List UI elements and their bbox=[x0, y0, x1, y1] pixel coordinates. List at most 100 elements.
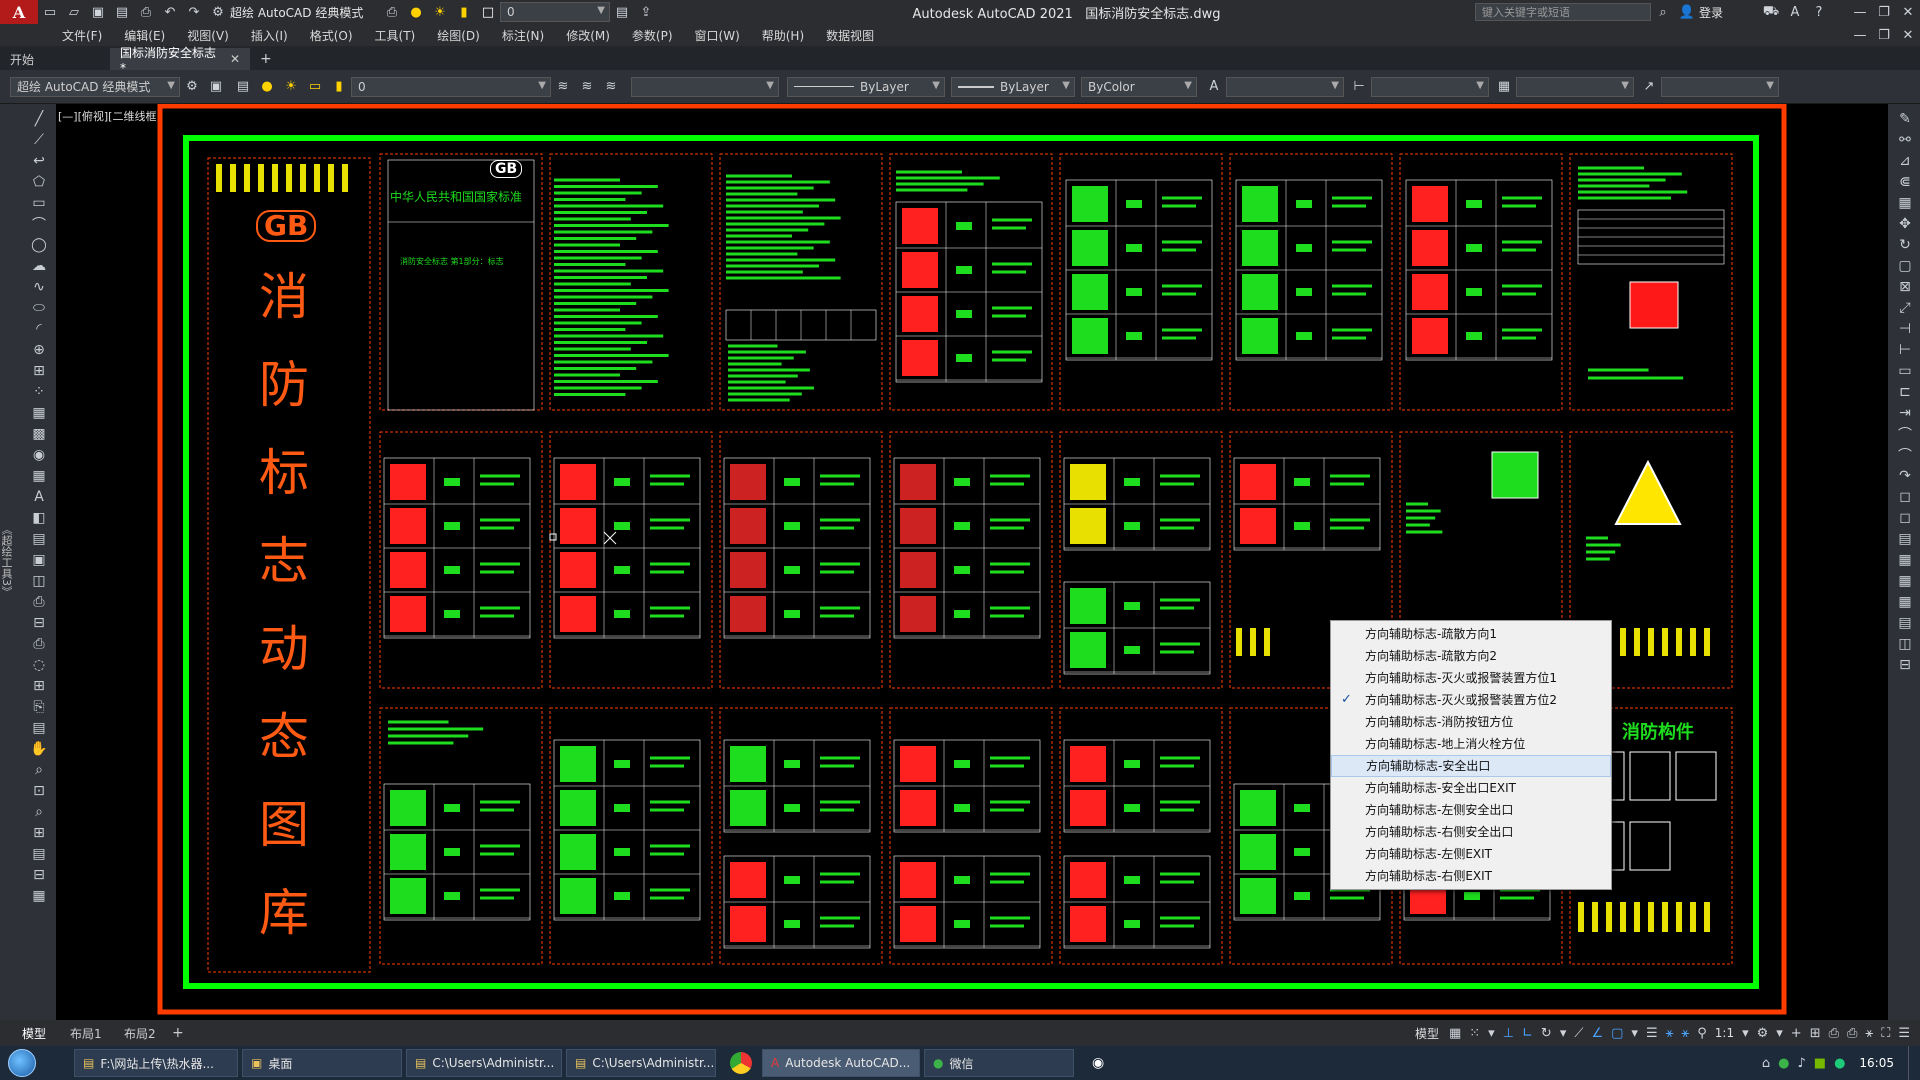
draw-tool-icon[interactable]: ☁ bbox=[28, 256, 50, 276]
table-style-icon[interactable]: ▦ bbox=[1495, 78, 1513, 96]
minimize-icon[interactable]: — bbox=[1851, 3, 1869, 21]
modify-tool-icon[interactable]: ✎ bbox=[1894, 109, 1916, 129]
redo-icon[interactable]: ↷ bbox=[185, 3, 203, 21]
draw-tool-icon[interactable]: ⊟ bbox=[28, 613, 50, 633]
annotation-scale-value[interactable]: 1:1 bbox=[1715, 1026, 1734, 1040]
plotstyle-combo[interactable]: ByColor ▼ bbox=[1081, 76, 1197, 97]
units-icon[interactable]: ⊞ bbox=[1810, 1026, 1821, 1041]
modify-tool-icon[interactable]: ⊠ bbox=[1894, 277, 1916, 297]
osnap-icon[interactable]: ▢ bbox=[1611, 1026, 1623, 1041]
workspace-lock-icon[interactable]: ▣ bbox=[207, 78, 225, 96]
quick-print-icon[interactable]: ⎙ bbox=[137, 3, 155, 21]
context-menu-item[interactable]: 方向辅助标志-左侧安全出口 bbox=[1331, 799, 1611, 821]
tab-close-icon[interactable]: ✕ bbox=[230, 52, 240, 66]
taskbar-button[interactable]: ▤ F:\网站上传\热水器... bbox=[74, 1049, 238, 1077]
layer-isolate-icon[interactable]: ≋ bbox=[602, 78, 620, 96]
modify-tool-icon[interactable]: ⊿ bbox=[1894, 151, 1916, 171]
chrome-taskbar-icon[interactable] bbox=[730, 1052, 752, 1074]
tray-wechat-icon[interactable]: ● bbox=[1778, 1056, 1789, 1071]
taskbar-button[interactable]: ▤ C:\Users\Administr... bbox=[566, 1049, 716, 1077]
grid-icon[interactable]: ▦ bbox=[1449, 1026, 1461, 1041]
menu-insert[interactable]: 插入(I) bbox=[251, 27, 288, 44]
context-menu-item[interactable]: 方向辅助标志-安全出口 bbox=[1331, 755, 1611, 777]
tab-document[interactable]: 国标消防安全标志* ✕ bbox=[110, 46, 250, 75]
draw-tool-icon[interactable]: ⊡ bbox=[28, 781, 50, 801]
draw-tool-icon[interactable]: ⎘ bbox=[28, 697, 50, 717]
autodesk-a-icon[interactable]: A bbox=[1786, 3, 1804, 21]
modify-tool-icon[interactable]: ▦ bbox=[1894, 550, 1916, 570]
workspace-settings-icon[interactable]: ⚙ bbox=[183, 78, 201, 96]
draw-tool-icon[interactable]: ▦ bbox=[28, 466, 50, 486]
draw-tool-icon[interactable]: ⟋ bbox=[28, 130, 50, 150]
cart-icon[interactable]: ⛟ bbox=[1762, 3, 1780, 21]
osnap-tracking-icon[interactable]: ∠ bbox=[1591, 1026, 1603, 1041]
clock[interactable]: 16:05 bbox=[1859, 1056, 1894, 1070]
modify-tool-icon[interactable]: ↻ bbox=[1894, 235, 1916, 255]
modify-tool-icon[interactable]: ▤ bbox=[1894, 529, 1916, 549]
workspace-select[interactable]: 超绘 AutoCAD 经典模式 bbox=[230, 4, 380, 21]
tab-start[interactable]: 开始 bbox=[0, 48, 110, 70]
draw-tool-icon[interactable]: ✋ bbox=[28, 739, 50, 759]
draw-tool-icon[interactable]: ⬭ bbox=[28, 298, 50, 318]
modify-tool-icon[interactable]: ⊏ bbox=[1894, 382, 1916, 402]
tray-network-icon[interactable]: ⌂ bbox=[1762, 1056, 1770, 1071]
draw-tool-icon[interactable]: ◉ bbox=[28, 445, 50, 465]
menu-draw[interactable]: 绘图(D) bbox=[437, 27, 480, 44]
annotation-monitor-icon[interactable]: + bbox=[1791, 1026, 1802, 1041]
layer-lock-icon-2[interactable]: ▮ bbox=[330, 78, 348, 96]
text-style-combo[interactable]: ▼ bbox=[1226, 76, 1344, 97]
modify-tool-icon[interactable]: ⋐ bbox=[1894, 172, 1916, 192]
draw-tool-icon[interactable]: ▭ bbox=[28, 193, 50, 213]
modify-tool-icon[interactable]: ▭ bbox=[1894, 361, 1916, 381]
start-button-icon[interactable] bbox=[0, 1046, 44, 1080]
modify-tool-icon[interactable]: ⊟ bbox=[1894, 655, 1916, 675]
layout-tab-model[interactable]: 模型 bbox=[22, 1025, 70, 1042]
modify-tool-icon[interactable]: ↷ bbox=[1894, 466, 1916, 486]
undo-icon[interactable]: ↶ bbox=[161, 3, 179, 21]
close-icon[interactable]: ✕ bbox=[1899, 3, 1917, 21]
draw-tool-icon[interactable]: ▤ bbox=[28, 844, 50, 864]
draw-tool-icon[interactable]: ⌒ bbox=[28, 214, 50, 234]
menu-data-view[interactable]: 数据视图 bbox=[826, 27, 874, 44]
tray-volume-icon[interactable]: ♪ bbox=[1797, 1056, 1805, 1071]
model-space-canvas[interactable]: [—][俯视][二维线框] GB 消 防 标 志 动 态 图 库 GB 中华人民… bbox=[56, 104, 1888, 1020]
mleader-style-combo[interactable]: ▼ bbox=[1661, 76, 1779, 97]
workspace-chevron-icon[interactable]: ▾ bbox=[1776, 1026, 1783, 1041]
dim-style-combo[interactable]: ▼ bbox=[1371, 76, 1489, 97]
context-menu-item[interactable]: 方向辅助标志-右侧EXIT bbox=[1331, 865, 1611, 887]
draw-tool-icon[interactable]: ◧ bbox=[28, 508, 50, 528]
draw-tool-icon[interactable]: ◌ bbox=[28, 655, 50, 675]
draw-tool-icon[interactable]: ▣ bbox=[28, 550, 50, 570]
menu-help[interactable]: 帮助(H) bbox=[762, 27, 804, 44]
context-menu-item[interactable]: ✓ 方向辅助标志-灭火或报警装置方位2 bbox=[1331, 689, 1611, 711]
layer-manager-icon[interactable]: ▤ bbox=[234, 78, 252, 96]
draw-tool-icon[interactable]: ⊕ bbox=[28, 340, 50, 360]
clean-screen-icon[interactable]: ⛶ bbox=[1881, 1026, 1890, 1041]
context-menu-item[interactable]: 方向辅助标志-安全出口EXIT bbox=[1331, 777, 1611, 799]
lineweight-combo[interactable]: ByLayer ▼ bbox=[951, 76, 1075, 97]
draw-tool-icon[interactable]: ⊟ bbox=[28, 865, 50, 885]
draw-tool-icon[interactable]: ∿ bbox=[28, 277, 50, 297]
menu-modify[interactable]: 修改(M) bbox=[566, 27, 610, 44]
context-menu-item[interactable]: 方向辅助标志-灭火或报警装置方位1 bbox=[1331, 667, 1611, 689]
auto-scale-icon[interactable]: ⚹ bbox=[1681, 1026, 1689, 1041]
layout-tab-1[interactable]: 布局1 bbox=[70, 1025, 124, 1042]
draw-tool-icon[interactable]: ◜ bbox=[28, 319, 50, 339]
login-button[interactable]: 登录 bbox=[1699, 4, 1759, 21]
isolate-objects-icon[interactable]: ⚹ bbox=[1865, 1026, 1873, 1041]
draw-tool-icon[interactable]: ⊞ bbox=[28, 361, 50, 381]
quick-open-icon[interactable]: ▱ bbox=[65, 3, 83, 21]
lock-ui-icon[interactable]: ⎙ bbox=[1847, 1026, 1857, 1041]
modify-tool-icon[interactable]: ◫ bbox=[1894, 634, 1916, 654]
draw-tool-icon[interactable]: ╱ bbox=[28, 109, 50, 129]
new-tab-plus-icon[interactable]: + bbox=[250, 48, 282, 70]
ortho-icon[interactable]: ∟ bbox=[1522, 1026, 1533, 1041]
workspace-gear-icon[interactable]: ⚙ bbox=[209, 3, 227, 21]
modify-tool-icon[interactable]: ▢ bbox=[1894, 256, 1916, 276]
show-desktop-button[interactable] bbox=[1908, 1046, 1920, 1080]
modify-tool-icon[interactable]: ⊢ bbox=[1894, 340, 1916, 360]
polar-icon[interactable]: ↻ bbox=[1541, 1026, 1552, 1041]
modify-tool-icon[interactable]: ▦ bbox=[1894, 193, 1916, 213]
menu-parametric[interactable]: 参数(P) bbox=[632, 27, 673, 44]
layout-tab-2[interactable]: 布局2 bbox=[124, 1025, 172, 1042]
